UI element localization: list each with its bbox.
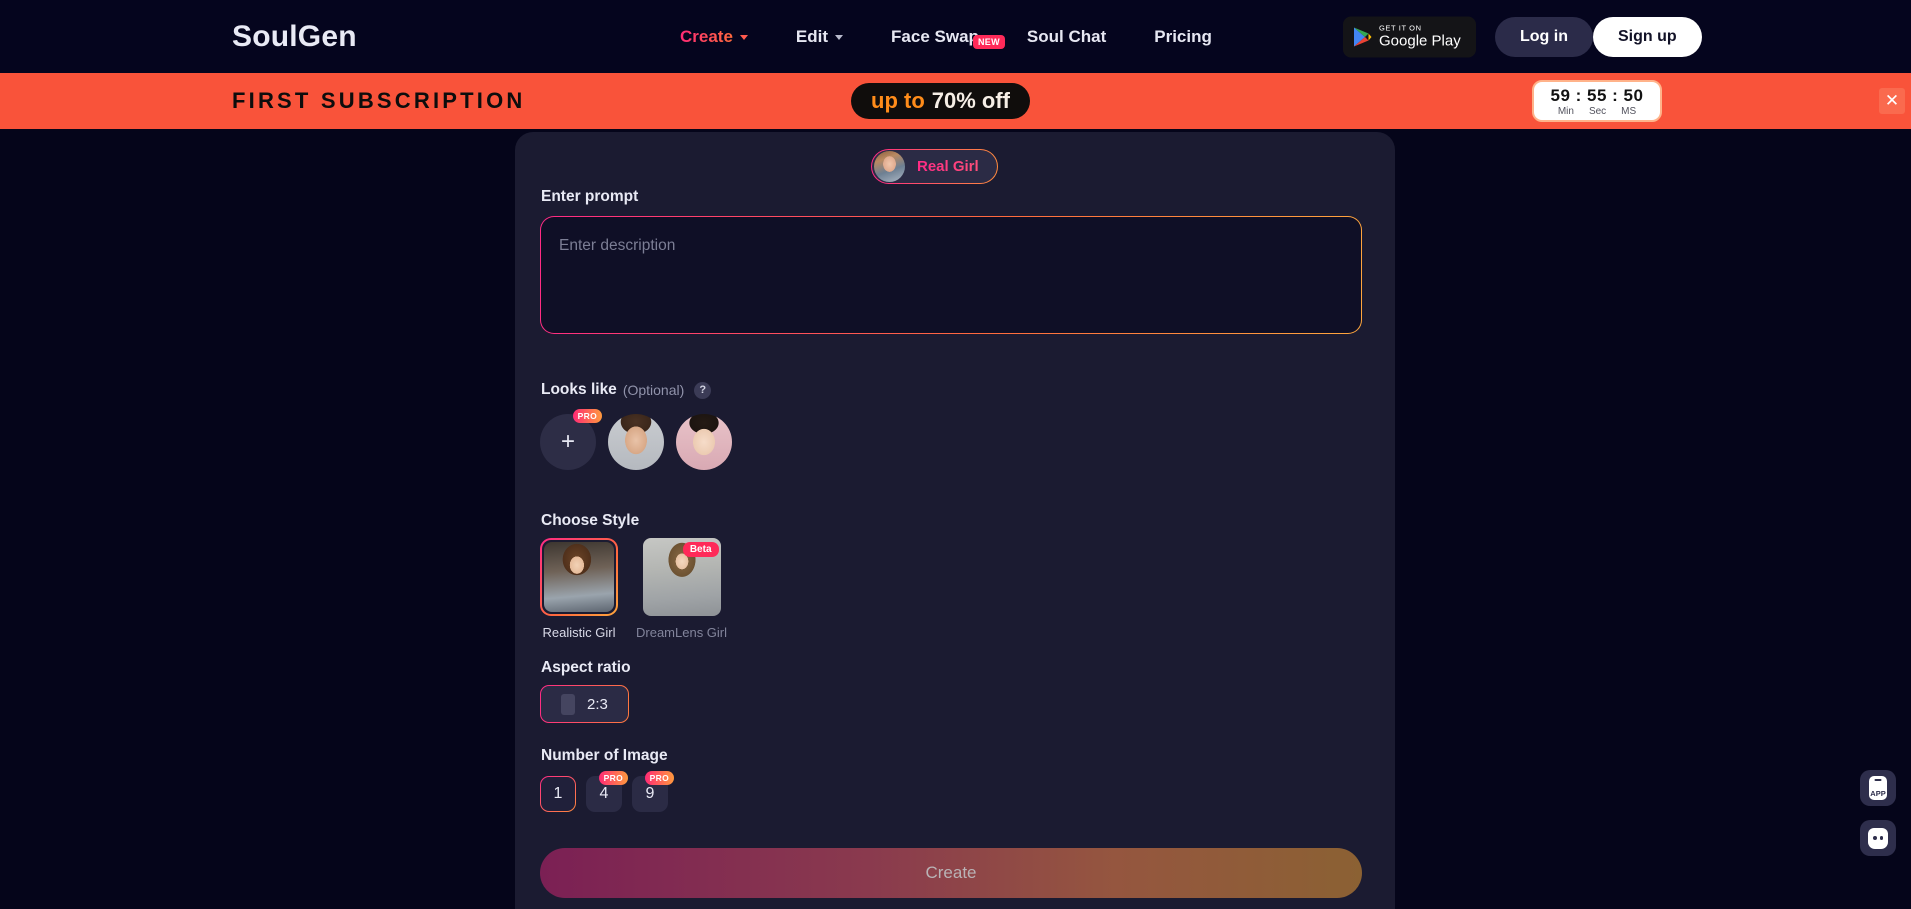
prompt-input[interactable]: Enter description — [540, 216, 1362, 334]
number-of-image-label: 9 — [645, 785, 655, 802]
countdown-label-min: Min — [1557, 105, 1574, 117]
countdown-label-ms: MS — [1621, 105, 1637, 117]
style-options: Realistic Girl Beta DreamLens Girl — [540, 538, 727, 640]
style-option-label: DreamLens Girl — [636, 625, 728, 640]
pro-badge: PRO — [644, 771, 674, 785]
aspect-ratio-section-label: Aspect ratio — [541, 659, 631, 676]
prompt-section-label: Enter prompt — [541, 188, 639, 205]
nav-item-label: Face Swap — [891, 26, 979, 46]
promo-pill-prefix: up to — [871, 88, 925, 113]
promo-title: FIRST SUBSCRIPTION — [232, 88, 526, 113]
mode-tab-label: Real Girl — [917, 158, 979, 175]
google-play-big-label: Google Play — [1379, 32, 1461, 50]
looks-like-avatars: + PRO — [540, 409, 732, 470]
chat-support-button[interactable] — [1860, 820, 1896, 856]
top-navbar: SoulGen Create Edit Face Swap NEW Soul C… — [0, 0, 1911, 73]
google-play-icon — [1354, 27, 1372, 46]
beta-badge: Beta — [682, 542, 719, 557]
avatar-option-1[interactable] — [608, 414, 664, 470]
countdown-timer: 59 : 55 : 50 Min Sec MS — [1532, 80, 1662, 122]
countdown-labels: Min Sec MS — [1557, 105, 1637, 117]
number-of-image-label: 1 — [553, 785, 563, 802]
plus-icon: + — [560, 428, 575, 455]
create-button[interactable]: Create — [540, 848, 1362, 898]
close-icon[interactable]: ✕ — [1879, 88, 1905, 114]
looks-like-label: Looks like — [541, 381, 617, 398]
promo-discount-pill[interactable]: up to 70% off — [851, 83, 1031, 119]
nav-item-face-swap[interactable]: Face Swap NEW — [891, 26, 1005, 49]
aspect-ratio-option-2-3[interactable]: 2:3 — [540, 685, 629, 723]
countdown-label-sec: Sec — [1588, 105, 1607, 117]
nav-item-label: Create — [680, 26, 733, 46]
number-of-image-option-9[interactable]: 9 PRO — [632, 771, 674, 812]
prompt-placeholder: Enter description — [559, 237, 676, 254]
real-girl-thumbnail-icon — [874, 151, 905, 182]
number-of-image-section-label: Number of Image — [541, 747, 668, 764]
pro-badge: PRO — [598, 771, 628, 785]
create-panel: Real Girl Enter prompt Enter description… — [515, 132, 1395, 909]
aspect-ratio-options: 2:3 — [540, 685, 629, 723]
status-badge-new: NEW — [973, 34, 1005, 49]
question-mark-icon[interactable]: ? — [694, 381, 712, 399]
choose-style-section-label: Choose Style — [541, 512, 640, 529]
nav-item-label: Soul Chat — [1026, 26, 1107, 46]
app-download-button[interactable]: APP — [1860, 770, 1896, 806]
style-thumbnail — [540, 538, 618, 616]
pro-badge: PRO — [572, 409, 602, 423]
countdown-value: 59 : 55 : 50 — [1550, 85, 1644, 105]
style-option-dreamlens-girl[interactable]: Beta DreamLens Girl — [636, 538, 727, 640]
looks-like-optional: (Optional) — [622, 382, 685, 398]
number-of-image-options: 1 4 PRO 9 PRO — [540, 771, 674, 812]
signup-button[interactable]: Sign up — [1593, 16, 1702, 57]
floating-action-buttons: APP — [1860, 770, 1896, 856]
google-play-button[interactable]: GET IT ON Google Play — [1343, 16, 1476, 57]
chat-bubble-icon — [1868, 827, 1888, 849]
number-of-image-option-4[interactable]: 4 PRO — [586, 771, 628, 812]
mode-tab-real-girl[interactable]: Real Girl — [871, 149, 998, 184]
number-of-image-option-1[interactable]: 1 — [540, 776, 576, 812]
nav-item-label: Edit — [795, 26, 829, 46]
mobile-app-icon: APP — [1869, 776, 1887, 800]
nav-item-edit[interactable]: Edit — [795, 26, 844, 47]
nav-item-label: Pricing — [1154, 26, 1212, 46]
nav-links: Create Edit Face Swap NEW Soul Chat Pric… — [680, 0, 1212, 73]
nav-item-soul-chat[interactable]: Soul Chat — [1027, 27, 1106, 47]
looks-like-section-label: Looks like (Optional) ? — [541, 381, 712, 399]
brand-logo[interactable]: SoulGen — [232, 20, 357, 54]
style-image-realistic-girl — [544, 542, 614, 612]
aspect-ratio-label: 2:3 — [587, 695, 608, 713]
style-option-label: Realistic Girl — [542, 625, 616, 640]
google-play-small-label: GET IT ON — [1379, 23, 1422, 33]
promo-banner: FIRST SUBSCRIPTION up to 70% off 59 : 55… — [0, 73, 1911, 129]
login-button[interactable]: Log in — [1495, 16, 1593, 57]
style-thumbnail: Beta — [642, 538, 721, 616]
avatar-option-2[interactable] — [676, 414, 732, 470]
app-icon-label: APP — [1870, 788, 1886, 798]
style-option-realistic-girl[interactable]: Realistic Girl — [540, 538, 618, 640]
add-reference-image-button[interactable]: + PRO — [540, 409, 602, 470]
aspect-ratio-icon — [561, 693, 575, 715]
chevron-down-icon — [835, 35, 844, 40]
promo-pill-value: 70% off — [931, 88, 1011, 113]
chevron-down-icon — [739, 35, 748, 40]
nav-item-create[interactable]: Create — [680, 27, 748, 47]
number-of-image-label: 4 — [599, 785, 609, 802]
nav-item-pricing[interactable]: Pricing — [1154, 27, 1212, 47]
